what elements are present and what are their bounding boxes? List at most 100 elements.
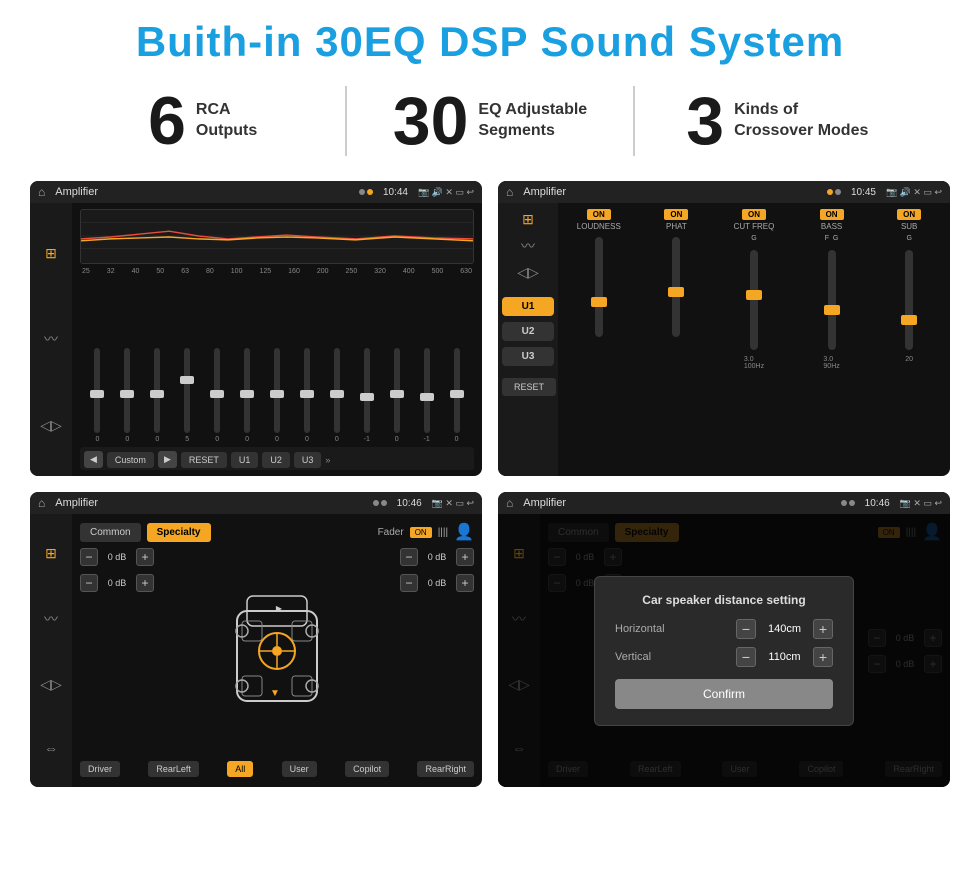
slider-thumb-8[interactable] [330, 390, 344, 398]
vol-minus-tr[interactable]: − [400, 548, 418, 566]
wave-icon[interactable]: 〰 [44, 329, 58, 349]
rearright-btn[interactable]: RearRight [417, 761, 474, 777]
amp-preset-u3[interactable]: U3 [502, 347, 554, 366]
vol-plus-bl[interactable]: + [136, 574, 154, 592]
eq-prev-button[interactable]: ◀ [84, 451, 103, 468]
eq-slider-0[interactable]: 0 [84, 348, 111, 443]
vol-minus-bl[interactable]: − [80, 574, 98, 592]
vol-plus-br[interactable]: + [456, 574, 474, 592]
home-icon-3[interactable]: ⌂ [38, 496, 45, 510]
eq-slider-2[interactable]: 0 [144, 348, 171, 443]
eq-u3-button[interactable]: U3 [294, 452, 322, 468]
copilot-btn[interactable]: Copilot [345, 761, 389, 777]
volume-icon[interactable]: ◁▷ [40, 417, 62, 434]
slider-thumb-5[interactable] [240, 390, 254, 398]
eq-slider-4[interactable]: 0 [204, 348, 231, 443]
slider-track-4[interactable] [214, 348, 220, 433]
slider-thumb-2[interactable] [150, 390, 164, 398]
s3-wave-icon[interactable]: 〰 [44, 609, 58, 629]
eq-slider-12[interactable]: 0 [443, 348, 470, 443]
slider-track-12[interactable] [454, 348, 460, 433]
vertical-plus-btn[interactable]: + [813, 647, 833, 667]
eq-slider-6[interactable]: 0 [264, 348, 291, 443]
slider-track-10[interactable] [394, 348, 400, 433]
loudness-slider[interactable] [595, 237, 603, 337]
eq-reset-button[interactable]: RESET [181, 452, 227, 468]
slider-thumb-3[interactable] [180, 376, 194, 384]
bass-thumb[interactable] [824, 305, 840, 315]
slider-track-2[interactable] [154, 348, 160, 433]
sub-slider[interactable] [905, 250, 913, 350]
bass-slider[interactable] [828, 250, 836, 350]
phat-thumb[interactable] [668, 287, 684, 297]
eq-custom-button[interactable]: Custom [107, 452, 154, 468]
screen3-time: 10:46 [397, 498, 422, 509]
horizontal-minus-btn[interactable]: − [736, 619, 756, 639]
cutfreq-slider[interactable] [750, 250, 758, 350]
slider-thumb-1[interactable] [120, 390, 134, 398]
vol-plus-tr[interactable]: + [456, 548, 474, 566]
slider-track-7[interactable] [304, 348, 310, 433]
specialty-tab[interactable]: Specialty [147, 523, 211, 542]
confirm-button[interactable]: Confirm [615, 679, 833, 709]
slider-thumb-10[interactable] [390, 390, 404, 398]
slider-thumb-12[interactable] [450, 390, 464, 398]
home-icon-2[interactable]: ⌂ [506, 185, 513, 199]
amp-controls-row: ON LOUDNESS ON PHAT [564, 209, 944, 470]
slider-thumb-4[interactable] [210, 390, 224, 398]
vol-minus-tl[interactable]: − [80, 548, 98, 566]
eq-next-button[interactable]: ▶ [158, 451, 177, 468]
slider-track-11[interactable] [424, 348, 430, 433]
amp-wave-icon[interactable]: 〰 [521, 236, 535, 256]
all-btn[interactable]: All [227, 761, 253, 777]
amp-sub: ON SUB G 20 [874, 209, 944, 470]
slider-track-3[interactable] [184, 348, 190, 433]
slider-thumb-6[interactable] [270, 390, 284, 398]
eq-icon[interactable]: ⊞ [45, 245, 57, 262]
slider-thumb-11[interactable] [420, 393, 434, 401]
eq-slider-3[interactable]: 5 [174, 348, 201, 443]
slider-track-6[interactable] [274, 348, 280, 433]
eq-slider-1[interactable]: 0 [114, 348, 141, 443]
speaker-layout-area: − 0 dB + − 0 dB + [80, 548, 474, 753]
eq-slider-9[interactable]: -1 [353, 348, 380, 443]
amp-vol-icon[interactable]: ◁▷ [517, 264, 539, 281]
slider-thumb-0[interactable] [90, 390, 104, 398]
vertical-minus-btn[interactable]: − [736, 647, 756, 667]
slider-track-5[interactable] [244, 348, 250, 433]
horizontal-plus-btn[interactable]: + [813, 619, 833, 639]
home-icon[interactable]: ⌂ [38, 185, 45, 199]
s3-arrows-icon[interactable]: ⇔ [44, 740, 58, 756]
cutfreq-thumb[interactable] [746, 290, 762, 300]
sub-thumb[interactable] [901, 315, 917, 325]
s3-vol-icon[interactable]: ◁▷ [40, 676, 62, 693]
user-btn[interactable]: User [282, 761, 317, 777]
vol-minus-br[interactable]: − [400, 574, 418, 592]
slider-track-1[interactable] [124, 348, 130, 433]
eq-slider-7[interactable]: 0 [293, 348, 320, 443]
eq-u2-button[interactable]: U2 [262, 452, 290, 468]
rearleft-btn[interactable]: RearLeft [148, 761, 199, 777]
amp-reset-button[interactable]: RESET [502, 378, 556, 396]
fader-slider[interactable]: |||| [438, 527, 448, 538]
amp-preset-u1[interactable]: U1 [502, 297, 554, 316]
s3-eq-icon[interactable]: ⊞ [45, 545, 57, 562]
amp-preset-u2[interactable]: U2 [502, 322, 554, 341]
slider-track-9[interactable] [364, 348, 370, 433]
eq-slider-11[interactable]: -1 [413, 348, 440, 443]
eq-slider-8[interactable]: 0 [323, 348, 350, 443]
eq-u1-button[interactable]: U1 [231, 452, 259, 468]
phat-slider[interactable] [672, 237, 680, 337]
driver-btn[interactable]: Driver [80, 761, 120, 777]
amp-eq-icon[interactable]: ⊞ [522, 211, 534, 228]
eq-slider-10[interactable]: 0 [383, 348, 410, 443]
slider-thumb-7[interactable] [300, 390, 314, 398]
home-icon-4[interactable]: ⌂ [506, 496, 513, 510]
common-tab[interactable]: Common [80, 523, 141, 542]
eq-slider-5[interactable]: 0 [234, 348, 261, 443]
slider-track-0[interactable] [94, 348, 100, 433]
loudness-thumb[interactable] [591, 297, 607, 307]
slider-thumb-9[interactable] [360, 393, 374, 401]
slider-track-8[interactable] [334, 348, 340, 433]
vol-plus-tl[interactable]: + [136, 548, 154, 566]
